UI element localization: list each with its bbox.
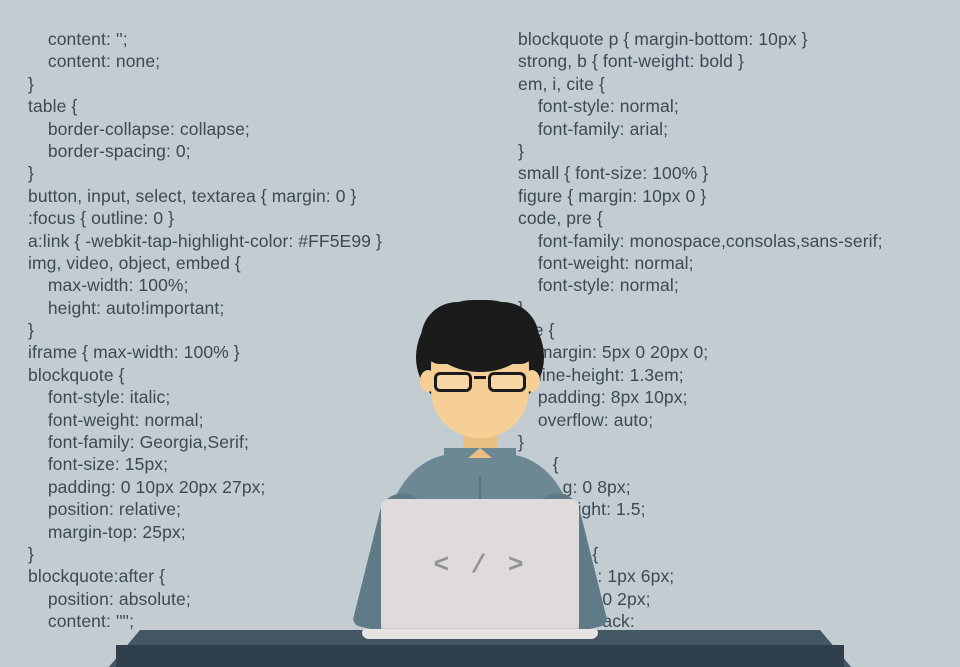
collar-left [444, 448, 480, 478]
desk-front [116, 645, 844, 667]
glasses-lens-left [434, 372, 472, 392]
glasses-icon [434, 372, 526, 394]
laptop-base [362, 629, 598, 639]
collar-right [480, 448, 516, 478]
code-icon: < / > [433, 550, 526, 580]
glasses-bridge [474, 376, 486, 379]
glasses-lens-right [488, 372, 526, 392]
laptop-back: < / > [381, 499, 579, 631]
